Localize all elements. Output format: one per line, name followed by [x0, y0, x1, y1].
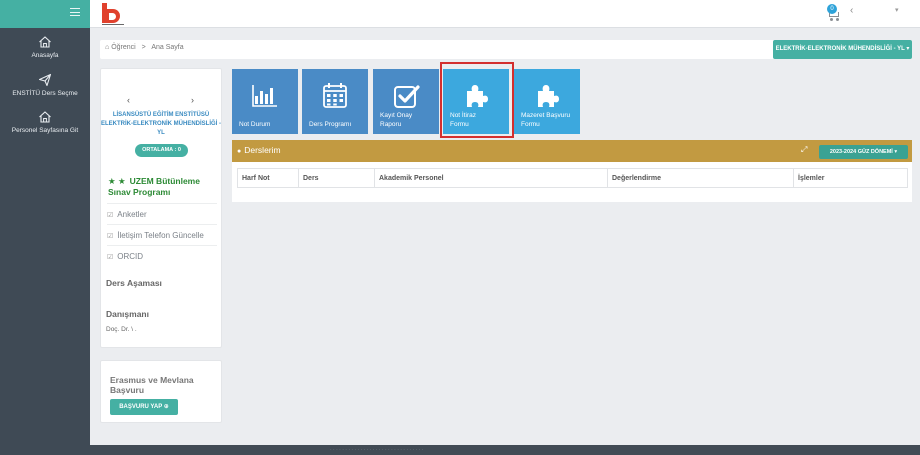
advisor-heading: Danışmanı: [106, 309, 149, 319]
sidebar-item-home[interactable]: Anasayfa: [0, 35, 90, 59]
university-logo[interactable]: [100, 1, 126, 27]
menu-item-label: İletişim Telefon Güncelle: [117, 231, 204, 240]
menu-item-label: Anketler: [117, 210, 147, 219]
tile-excuse-application-form[interactable]: Mazeret Başvuru Formu: [514, 69, 580, 134]
check-square-icon: ☑: [107, 254, 114, 261]
column-header-course[interactable]: Ders: [298, 168, 375, 188]
advisor-name: Doç. Dr. \ .: [106, 326, 137, 333]
tile-label: Not Durum: [239, 121, 271, 128]
sidebar-item-staff-page[interactable]: Personel Sayfasına Git: [0, 110, 90, 134]
paper-plane-icon: [38, 73, 52, 87]
program-name: LİSANSÜSTÜ EĞİTİM ENSTİTÜSÜ ELEKTRİK-ELE…: [101, 111, 221, 138]
star-icon: ★ ★: [108, 176, 126, 186]
breadcrumb-trail: ⌂ Öğrenci > Ana Sayfa: [105, 44, 184, 51]
apply-button[interactable]: BAŞVURU YAP ⊕: [110, 399, 178, 415]
puzzle-icon: [532, 82, 562, 110]
menu-item-surveys[interactable]: ☑ Anketler: [107, 203, 217, 219]
column-header-evaluation[interactable]: Değerlendirme: [607, 168, 794, 188]
erasmus-title: Erasmus ve Mevlana Başvuru: [110, 375, 194, 395]
expand-icon[interactable]: ⤢: [801, 145, 807, 155]
erasmus-panel: Erasmus ve Mevlana Başvuru BAŞVURU YAP ⊕: [100, 360, 222, 423]
breadcrumb-separator: >: [141, 44, 146, 51]
course-stage-heading: Ders Aşaması: [106, 278, 162, 288]
column-header-letter-grade[interactable]: Harf Not: [237, 168, 299, 188]
tile-enrollment-report[interactable]: Kayıt Onay Raporu: [373, 69, 439, 134]
tile-course-schedule[interactable]: Ders Programı: [302, 69, 368, 134]
institute-name: LİSANSÜSTÜ EĞİTİM ENSTİTÜSÜ: [112, 112, 210, 118]
home-icon: ⌂: [105, 44, 110, 51]
chat-icon: ●: [237, 148, 242, 155]
courses-panel-body: Harf Not Ders Akademik Personel Değerlen…: [232, 162, 912, 202]
uzem-exam-program-link[interactable]: ★ ★ UZEM Bütünleme Sınav Programı: [108, 176, 220, 198]
courses-title-text: Derslerim: [244, 145, 281, 155]
tile-label: Mazeret Başvuru Formu: [521, 112, 571, 128]
column-header-actions[interactable]: İşlemler: [793, 168, 908, 188]
menu-item-update-phone[interactable]: ☑ İletişim Telefon Güncelle: [107, 224, 217, 240]
tile-grade-status[interactable]: Not Durum: [232, 69, 298, 134]
next-program-arrow-icon[interactable]: ›: [191, 95, 194, 105]
menu-item-label: ORCID: [117, 252, 144, 261]
sidebar-item-label: Anasayfa: [31, 52, 59, 59]
check-square-icon: ☑: [107, 233, 114, 240]
gpa-badge: ORTALAMA : 0: [135, 144, 188, 157]
sidebar-item-course-selection[interactable]: ENSTİTÜ Ders Seçme: [0, 73, 90, 97]
language-chevron-icon[interactable]: ‹: [850, 5, 853, 16]
menu-item-orcid[interactable]: ☑ ORCID: [107, 245, 217, 261]
breadcrumb-current: Ana Sayfa: [151, 44, 184, 51]
breadcrumb-root[interactable]: Öğrenci: [111, 44, 136, 51]
top-bar: 0 ‹ ▾: [0, 0, 920, 28]
footer-text: · · · · · · · · · · · · · · · · · · · · …: [330, 447, 424, 453]
table-header-row: Harf Not Ders Akademik Personel Değerlen…: [237, 168, 908, 188]
student-profile-panel: ‹ › LİSANSÜSTÜ EĞİTİM ENSTİTÜSÜ ELEKTRİK…: [100, 68, 222, 348]
hamburger-menu-icon[interactable]: [70, 8, 80, 16]
department-dropdown-button[interactable]: ELEKTRİK-ELEKTRONİK MÜHENDİSLİĞİ - YL ▾: [773, 40, 912, 59]
calendar-icon: [320, 82, 350, 110]
cart-count-badge: 0: [827, 4, 837, 14]
department-name: ELEKTRİK-ELEKTRONİK MÜHENDİSLİĞİ - YL: [101, 121, 221, 136]
tile-label: Ders Programı: [309, 121, 352, 128]
courses-table: Harf Not Ders Akademik Personel Değerlen…: [237, 168, 908, 188]
bar-chart-icon: [250, 82, 280, 110]
brand-area: [0, 0, 90, 28]
column-header-academic-staff[interactable]: Akademik Personel: [374, 168, 608, 188]
user-menu-chevron-icon[interactable]: ▾: [895, 6, 899, 14]
home-icon: [38, 110, 52, 124]
checkbox-icon: [391, 82, 421, 110]
highlight-box: [440, 62, 514, 138]
home-icon: [38, 35, 52, 49]
previous-program-arrow-icon[interactable]: ‹: [127, 95, 130, 105]
sidebar-item-label: ENSTİTÜ Ders Seçme: [12, 90, 78, 97]
sidebar: Anasayfa ENSTİTÜ Ders Seçme Personel Say…: [0, 28, 90, 455]
footer: · · · · · · · · · · · · · · · · · · · · …: [90, 445, 920, 455]
check-square-icon: ☑: [107, 212, 114, 219]
courses-panel-header: ● Derslerim ⤢ 2023-2024 GÜZ DÖNEMİ ▾: [232, 140, 912, 162]
sidebar-item-label: Personel Sayfasına Git: [11, 127, 79, 134]
tile-label: Kayıt Onay Raporu: [380, 112, 413, 128]
courses-title: ● Derslerim: [237, 145, 281, 155]
term-dropdown-button[interactable]: 2023-2024 GÜZ DÖNEMİ ▾: [819, 145, 908, 159]
